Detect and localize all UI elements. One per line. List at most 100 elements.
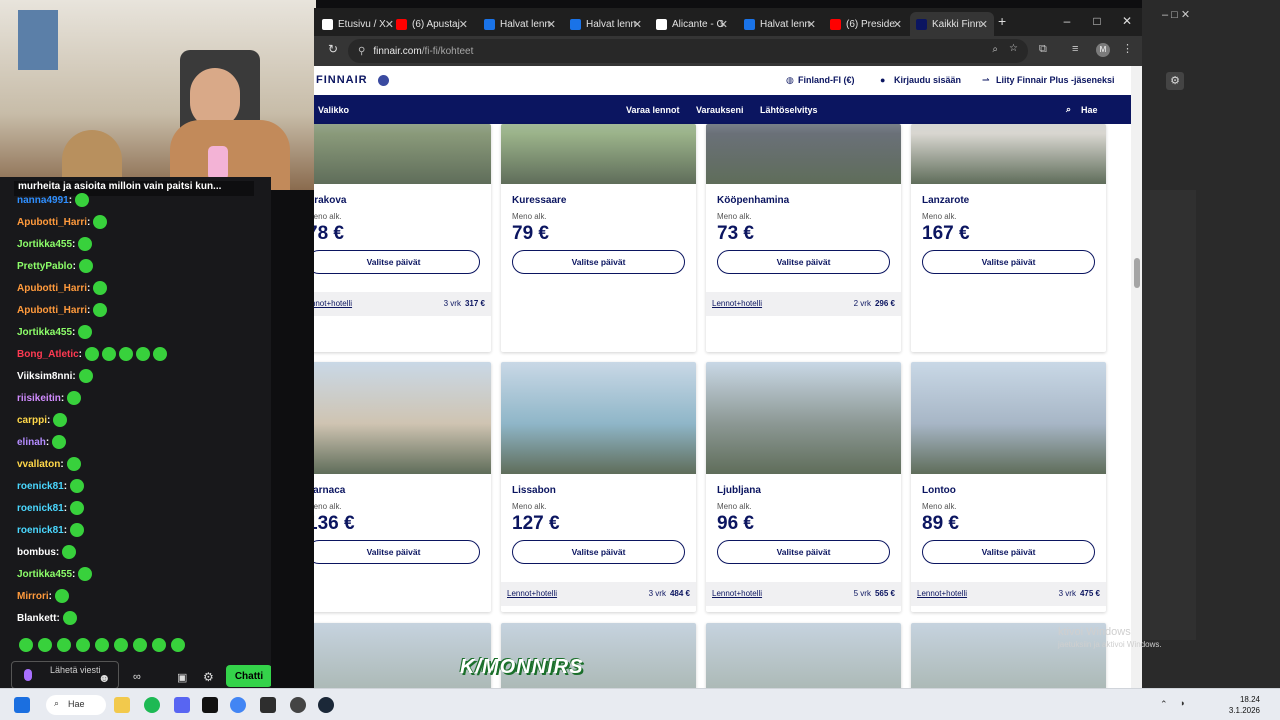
chat-username[interactable]: Viiksim8nni [17,371,72,382]
destination-photo[interactable] [501,124,696,184]
destination-card[interactable] [706,623,901,688]
app-icon-2[interactable] [260,697,276,713]
chat-username[interactable]: Blankett [17,613,56,624]
settings-icon[interactable]: ⚙ [203,670,214,684]
tab-close-icon[interactable]: ✕ [633,18,642,31]
choose-dates-button[interactable]: Valitse päivät [717,250,890,274]
join-link[interactable]: Liity Finnair Plus -jäseneksi [996,75,1115,85]
browser-tab[interactable]: Kaikki Finn ✕ [910,12,994,36]
chat-username[interactable]: elinah [17,437,46,448]
login-link[interactable]: Kirjaudu sisään [894,75,961,85]
chat-username[interactable]: roenick81 [17,481,64,492]
app-icon-3[interactable] [290,697,306,713]
destination-card[interactable]: Krakova Meno alk. 78 € Valitse päivät Lennot… [314,124,491,352]
tab-close-icon[interactable]: ✕ [547,18,556,31]
flights-hotel-link[interactable]: Lennot+hotelli [917,589,967,598]
menu-button[interactable]: Valikko [318,105,349,115]
media-icon[interactable]: ≡ [1072,43,1078,55]
destination-card[interactable]: Lanzarote Meno alk. 167 € Valitse päivät [911,124,1106,352]
mic-icon[interactable] [24,669,32,681]
choose-dates-button[interactable]: Valitse päivät [922,250,1095,274]
flights-hotel-link[interactable]: Lennot+hotelli [712,589,762,598]
choose-dates-button[interactable]: Valitse päivät [314,540,480,564]
zoom-icon[interactable]: ⌕ [992,44,998,55]
new-tab-button[interactable]: + [998,13,1006,29]
destination-card[interactable]: Ljubljana Meno alk. 96 € Valitse päivät Lenn… [706,362,901,612]
flights-hotel-link[interactable]: Lennot+hotelli [712,299,762,308]
flights-hotel-link[interactable]: Lennot+hotelli [507,589,557,598]
menu-kebab-icon[interactable]: ⋮ [1122,42,1133,55]
taskbar-clock[interactable]: 18.24 3.1.2026 [1229,694,1260,716]
page-scrollbar[interactable] [1131,66,1142,688]
choose-dates-button[interactable]: Valitse päivät [717,540,890,564]
destination-photo[interactable] [314,362,491,474]
choose-dates-button[interactable]: Valitse päivät [512,540,685,564]
emoji-icon[interactable]: ☻ [98,671,111,685]
tab-close-icon[interactable]: ✕ [459,18,468,31]
reload-icon[interactable]: ↻ [328,42,338,56]
tab-close-icon[interactable]: ✕ [979,18,988,31]
browser-tab[interactable]: (6) Preside ✕ [824,12,908,36]
site-info-icon[interactable]: ⚲ [358,46,365,57]
destination-card[interactable]: Lontoo Meno alk. 89 € Valitse päivät Lennot+… [911,362,1106,612]
chat-username[interactable]: Jortikka455 [17,327,72,338]
flights-hotel-link[interactable]: Lennot+hotelli [314,299,352,308]
minimize-icon[interactable]: – [1052,8,1082,36]
discord-icon[interactable] [174,697,190,713]
search-icon[interactable]: ⌕ [1066,104,1071,115]
chat-username[interactable]: PrettyPablo [17,261,73,272]
network-icon[interactable]: ◗ [1180,698,1185,708]
tray-chevron-icon[interactable]: ⌃ [1160,699,1168,710]
nav-book-flights[interactable]: Varaa lennot [626,105,680,115]
browser-tab[interactable]: (6) Apustaj ✕ [390,12,474,36]
nav-check-in[interactable]: Lähtöselvitys [760,105,818,115]
browser-tab[interactable]: Halvat lenn ✕ [564,12,648,36]
locale-selector[interactable]: Finland-FI (€) [798,75,855,85]
chat-username[interactable]: Apubotti_Harri [17,283,87,294]
steam-icon[interactable] [318,697,334,713]
spotify-icon[interactable] [144,697,160,713]
chat-username[interactable]: roenick81 [17,503,64,514]
destination-card[interactable]: Lissabon Meno alk. 127 € Valitse päivät Lenn… [501,362,696,612]
destination-photo[interactable] [706,124,901,184]
chat-username[interactable]: riisikeitin [17,393,61,404]
destination-photo[interactable] [501,362,696,474]
destination-city[interactable]: Lontoo [922,485,956,496]
gear-icon[interactable]: ⚙ [1166,72,1184,90]
taskbar-search[interactable]: ⌕ Hae [46,695,106,715]
browser-tab[interactable]: Alicante - G ✕ [650,12,734,36]
destination-city[interactable]: Ljubljana [717,485,761,496]
destination-card[interactable]: Kuressaare Meno alk. 79 € Valitse päivät [501,124,696,352]
file-explorer-icon[interactable] [114,697,130,713]
destination-city[interactable]: Lanzarote [922,195,969,206]
destination-photo[interactable] [911,124,1106,184]
tab-close-icon[interactable]: ✕ [807,18,816,31]
nav-my-bookings[interactable]: Varaukseni [696,105,744,115]
profile-avatar[interactable]: M [1096,43,1110,57]
address-bar[interactable]: ⚲ finnair.com/fi-fi/kohteet ⌕ ☆ [348,39,1028,63]
finnair-logo[interactable]: FINNAIR [316,74,368,86]
choose-dates-button[interactable]: Valitse päivät [314,250,480,274]
destination-city[interactable]: Lissabon [512,485,556,496]
destination-photo[interactable] [314,124,491,184]
chat-username[interactable]: Jortikka455 [17,239,72,250]
destination-photo[interactable] [706,362,901,474]
destination-card[interactable]: Kööpenhamina Meno alk. 73 € Valitse päivät L… [706,124,901,352]
browser-tab[interactable]: Halvat lenn ✕ [478,12,562,36]
chat-username[interactable]: vvallaton [17,459,60,470]
chat-username[interactable]: Apubotti_Harri [17,217,87,228]
chat-username[interactable]: Bong_Atletic [17,349,79,360]
destination-city[interactable]: Larnaca [314,485,345,496]
destination-city[interactable]: Kuressaare [512,195,566,206]
chrome-icon[interactable] [230,697,246,713]
destination-city[interactable]: Krakova [314,195,346,206]
search-link[interactable]: Hae [1081,105,1098,115]
destination-card[interactable]: Larnaca Meno alk. 136 € Valitse päivät [314,362,491,612]
chat-username[interactable]: bombus [17,547,56,558]
points-icon[interactable]: ∞ [133,671,141,683]
chat-username[interactable]: nanna4991 [17,195,69,206]
windows-start-icon[interactable] [14,697,30,713]
extensions-icon[interactable]: ⧉ [1039,43,1047,56]
chat-username[interactable]: carppi [17,415,47,426]
tab-close-icon[interactable]: ✕ [893,18,902,31]
